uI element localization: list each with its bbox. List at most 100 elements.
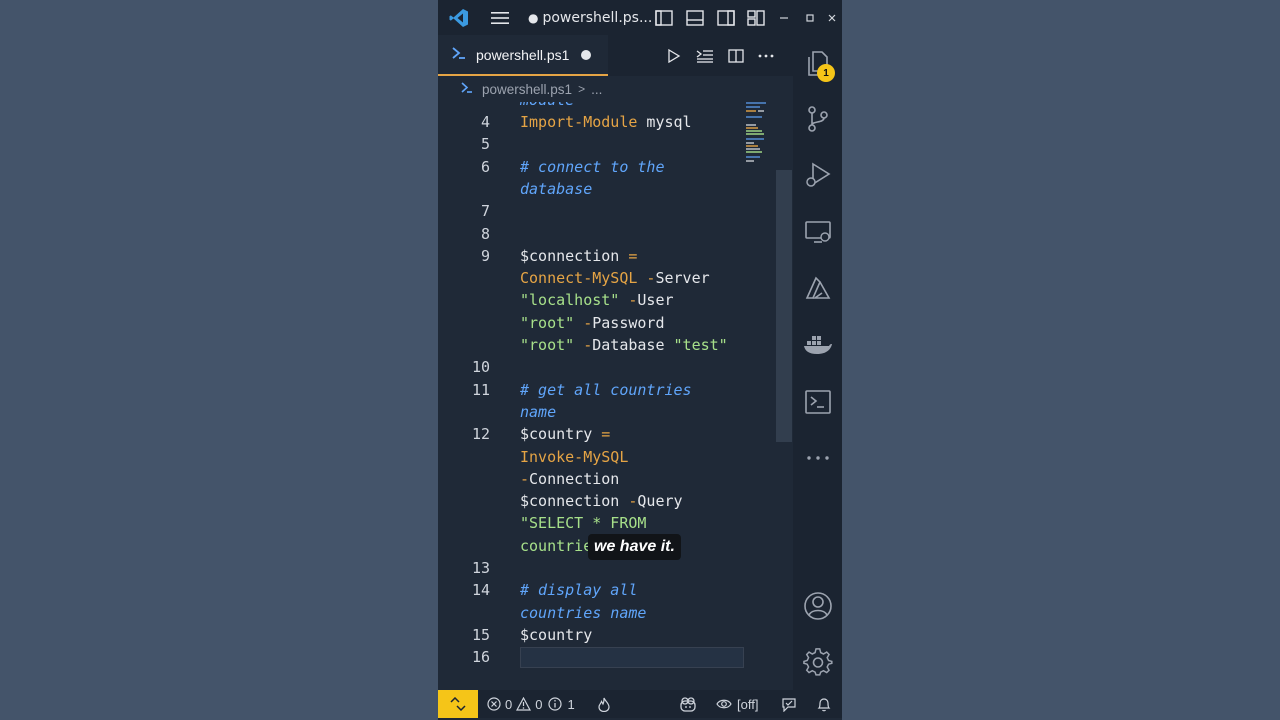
code-token: $connection [520, 246, 620, 265]
azure-icon[interactable] [793, 269, 842, 309]
notifications-bell-icon[interactable] [817, 690, 831, 718]
code-token: database [520, 179, 593, 198]
status-bar: 0 0 1 [off] [438, 690, 842, 718]
line-number: 5 [480, 135, 490, 154]
accounts-icon[interactable] [793, 586, 842, 626]
code-token: countries name [520, 603, 647, 622]
problems-indicator[interactable]: 0 0 1 [487, 690, 575, 718]
code-token: Server [655, 269, 710, 288]
spell-check-indicator[interactable]: [off] [716, 690, 758, 718]
toggle-panel-icon[interactable] [684, 0, 706, 35]
breadcrumb-symbols[interactable]: ... [591, 82, 602, 97]
code-token: # connect to the [520, 157, 665, 176]
code-line: "root" -Database "test" [520, 334, 728, 356]
flame-icon[interactable] [598, 690, 610, 718]
window-title: ● powershell.ps... [528, 0, 652, 35]
line-number: 16 [471, 648, 490, 667]
minimap[interactable] [746, 102, 772, 168]
window-title-text: powershell.ps... [542, 9, 653, 26]
line-number: 10 [471, 358, 490, 377]
line-number [460, 178, 490, 200]
line-number [460, 446, 490, 468]
powershell-file-icon [461, 82, 475, 96]
code-token: $country [520, 425, 593, 444]
code-token: "test" [673, 336, 728, 354]
unsaved-changes-dot[interactable] [581, 49, 592, 60]
more-actions-icon[interactable] [753, 35, 779, 76]
split-editor-icon[interactable] [723, 35, 749, 76]
code-token: User [637, 291, 674, 310]
scrollbar-thumb[interactable] [776, 170, 792, 442]
code-token: - [619, 492, 638, 511]
code-token: "SELECT * FROM [520, 514, 647, 533]
code-token: name [520, 402, 557, 421]
code-token: = [619, 246, 638, 265]
more-views-icon[interactable] [793, 438, 842, 478]
line-number: 6 [480, 157, 490, 176]
warning-count: 0 [535, 696, 543, 712]
line-number [460, 468, 490, 490]
code-token: Query [637, 492, 683, 511]
hamburger-menu-icon[interactable] [488, 0, 512, 35]
line-number [460, 401, 490, 423]
info-count: 1 [567, 696, 575, 712]
line-number [460, 334, 490, 356]
code-token: Password [592, 313, 665, 332]
line-number [460, 289, 490, 311]
line-number [460, 602, 490, 624]
close-icon[interactable] [825, 0, 839, 35]
line-number: 15 [471, 625, 490, 644]
remote-explorer-icon[interactable] [793, 212, 842, 252]
code-line: -Connection [520, 468, 619, 490]
toggle-secondary-sidebar-icon[interactable] [715, 0, 737, 35]
feedback-icon[interactable] [781, 690, 797, 718]
line-number [460, 535, 490, 557]
code-line: $connection = [520, 245, 637, 267]
unsaved-dot: ● [528, 10, 539, 25]
tab-powershell-ps1[interactable]: powershell.ps1 [438, 35, 608, 76]
copilot-icon[interactable] [679, 690, 697, 718]
code-line: Connect-MySQL -Server [520, 267, 710, 289]
docker-icon[interactable] [793, 325, 842, 365]
code-token: - [619, 291, 638, 310]
code-line: Import-Module mysql [520, 111, 692, 133]
code-line: # get all countries [520, 379, 692, 401]
code-token: Database [592, 336, 674, 354]
code-token: = [592, 425, 611, 444]
error-icon [487, 697, 501, 711]
code-line: database [520, 178, 592, 200]
code-token: - [574, 313, 593, 332]
terminal-icon[interactable] [793, 382, 842, 422]
run-icon[interactable] [661, 35, 687, 76]
customize-layout-icon[interactable] [745, 0, 767, 35]
remote-indicator-icon[interactable] [438, 690, 478, 718]
code-line-partial: module [520, 102, 574, 111]
code-token: "root" [520, 336, 575, 354]
maximize-icon[interactable] [799, 0, 821, 35]
code-token: "root" [520, 313, 575, 332]
breadcrumb-file[interactable]: powershell.ps1 [482, 82, 572, 97]
minimize-icon[interactable] [773, 0, 795, 35]
breadcrumb-chevron-icon: > [578, 82, 586, 96]
powershell-file-icon [452, 46, 468, 63]
current-line-highlight [520, 647, 744, 668]
line-number [460, 267, 490, 289]
toggle-primary-sidebar-icon[interactable] [653, 0, 675, 35]
run-and-debug-icon[interactable] [793, 155, 842, 195]
code-token: Import-Module [520, 113, 638, 131]
code-token: $connection [520, 492, 620, 511]
breadcrumb: powershell.ps1 > ... [438, 76, 793, 102]
vscode-logo-icon[interactable] [444, 0, 474, 35]
code-token: Invoke-MySQL [520, 447, 629, 466]
line-number: 13 [471, 559, 490, 577]
code-token: Connection [529, 469, 620, 488]
code-line: # display all [520, 579, 637, 601]
source-control-icon[interactable] [793, 99, 842, 139]
settings-gear-icon[interactable] [793, 642, 842, 682]
line-number: 4 [480, 113, 490, 131]
code-token: mysql [637, 113, 692, 131]
run-selection-icon[interactable] [692, 35, 718, 76]
code-token: # display all [520, 581, 638, 600]
code-editor[interactable]: module 4 Import-Module mysql 5 6 # connect t… [438, 102, 793, 690]
video-caption: we have it. [588, 534, 681, 560]
